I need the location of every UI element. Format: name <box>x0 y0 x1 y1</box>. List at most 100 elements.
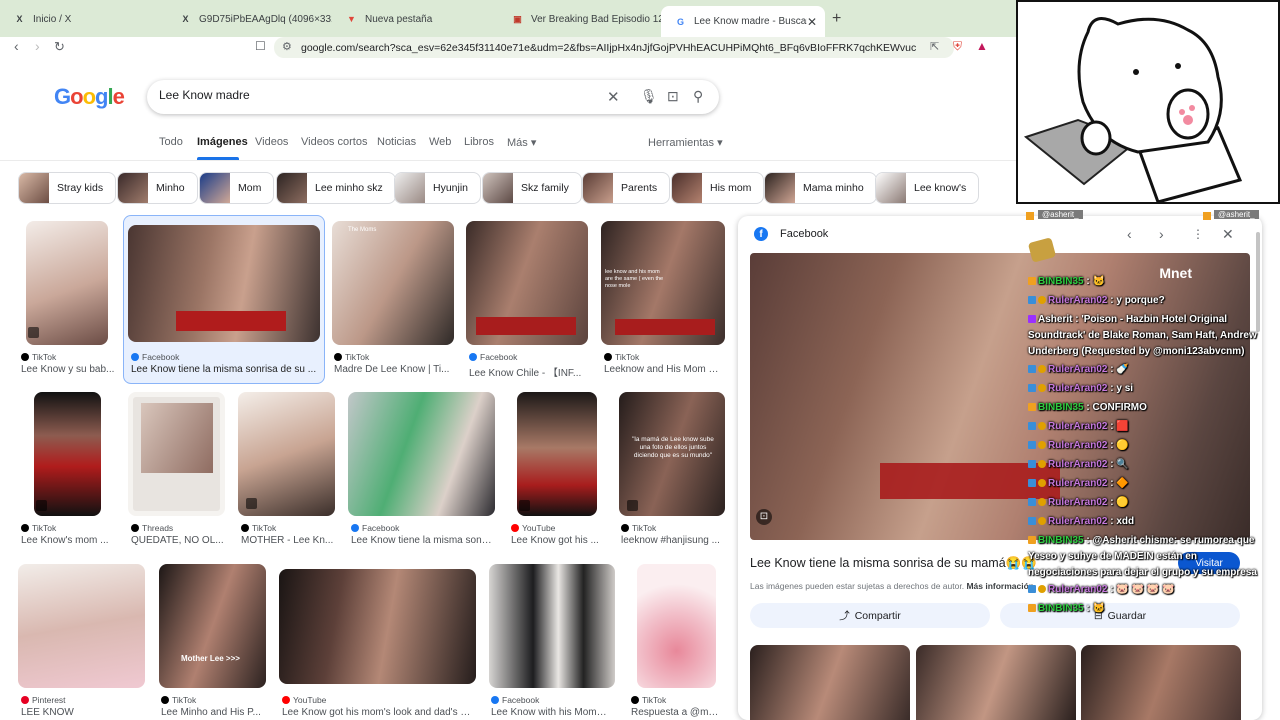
chat-message: RulerAran02 : y porque? <box>1028 293 1258 309</box>
chat-message: RulerAran02 : 🟡 <box>1028 438 1258 454</box>
search-icon[interactable]: ⚲ <box>693 88 703 105</box>
tab-short-videos[interactable]: Videos cortos <box>301 136 367 148</box>
result-image[interactable] <box>128 392 225 516</box>
chip-mama-minho[interactable]: Mama minho <box>764 172 877 204</box>
lens-icon[interactable]: ⊡ <box>667 88 679 105</box>
result-image[interactable] <box>128 225 320 342</box>
share-button[interactable]: ⤴ Compartir <box>750 603 990 628</box>
tiktok-icon <box>21 353 29 361</box>
close-tab-icon[interactable]: ✕ <box>807 15 817 29</box>
reload-icon[interactable]: ↻ <box>54 39 65 55</box>
divider <box>0 160 1016 161</box>
chat-message: RulerAran02 : xdd <box>1028 514 1258 530</box>
browser-tab-active[interactable]: GLee Know madre - Buscar con G✕ <box>661 6 825 37</box>
browser-tab[interactable]: ▣Ver Breaking Bad Episodio 12 Tempo <box>498 7 661 31</box>
chip-lee-minho-skz[interactable]: Lee minho skz <box>276 172 396 204</box>
back-icon[interactable]: ‹ <box>14 38 19 54</box>
chip-his-mom[interactable]: His mom <box>671 172 765 204</box>
youtube-icon <box>511 524 519 532</box>
clear-icon[interactable]: ✕ <box>607 88 620 106</box>
browser-tab[interactable]: ▼ Nueva pestaña <box>332 7 498 31</box>
tab-images[interactable]: Imágenes <box>197 136 248 148</box>
chat-message: RulerAran02 : 🔶 <box>1028 476 1258 492</box>
address-bar[interactable]: ⚙ google.com/search?sca_esv=62e345f31140e… <box>274 37 954 58</box>
chip-minho[interactable]: Minho <box>117 172 198 204</box>
result-image[interactable]: "la mamá de Lee know sube una foto de el… <box>619 392 725 516</box>
tools-button[interactable]: Herramientas ▾ <box>648 136 723 149</box>
copyright-note: Las imágenes pueden estar sujetas a dere… <box>750 581 1034 591</box>
browser-tab[interactable]: X Inicio / X <box>0 7 166 31</box>
site-info-icon[interactable]: ⚙ <box>282 40 292 53</box>
threads-icon <box>131 524 139 532</box>
brave-shield-icon[interactable]: ⛨ <box>953 39 962 54</box>
close-icon[interactable]: ✕ <box>1222 226 1234 243</box>
chip-thumbnail <box>583 173 613 203</box>
result-image[interactable]: Mother Lee >>> <box>159 564 266 688</box>
tab-news[interactable]: Noticias <box>377 136 416 148</box>
search-input[interactable] <box>159 88 579 102</box>
chip-lee-knows[interactable]: Lee know's <box>875 172 980 204</box>
chat-message: RulerAran02 : 🐷 🐷 🐷 🐷 <box>1028 582 1258 598</box>
result-image[interactable]: The Moms <box>332 221 454 345</box>
forward-icon[interactable]: › <box>35 38 40 54</box>
video-icon <box>36 500 47 511</box>
tiktok-icon <box>604 353 612 361</box>
next-icon[interactable]: › <box>1159 226 1164 242</box>
result-image[interactable] <box>34 392 101 516</box>
x-icon: X <box>16 14 23 24</box>
chip-parents[interactable]: Parents <box>582 172 671 204</box>
caption-banner <box>176 311 286 331</box>
share-page-icon[interactable]: ⇱ <box>930 40 939 53</box>
related-image[interactable] <box>1081 645 1241 720</box>
chip-stray-kids[interactable]: Stray kids <box>18 172 117 204</box>
panel-source[interactable]: Facebook <box>780 228 828 240</box>
result-image[interactable] <box>26 221 108 345</box>
chip-hyunjin[interactable]: Hyunjin <box>394 172 482 204</box>
tiktok-icon <box>161 696 169 704</box>
tab-books[interactable]: Libros <box>464 136 494 148</box>
result-image[interactable]: lee know and his mom are the same ( even… <box>601 221 725 345</box>
result-image[interactable] <box>637 564 716 688</box>
twitch-icon <box>1203 212 1211 220</box>
result-image[interactable] <box>18 564 145 688</box>
result-image[interactable] <box>238 392 335 516</box>
chip-mom[interactable]: Mom <box>199 172 275 204</box>
panel-title[interactable]: Lee Know tiene la misma sonrisa de su ma… <box>750 556 1037 571</box>
related-image[interactable] <box>916 645 1076 720</box>
caption-banner <box>476 317 576 335</box>
rewards-icon[interactable]: ▲ <box>976 39 988 53</box>
brave-icon: ▼ <box>347 14 356 24</box>
more-options-icon[interactable]: ⋮ <box>1192 227 1204 241</box>
chip-thumbnail <box>876 173 906 203</box>
chat-message: RulerAran02 : 🟡 <box>1028 495 1258 511</box>
search-box[interactable]: ✕ 🎙 ⊡ ⚲ <box>147 80 719 114</box>
result-image[interactable] <box>489 564 615 688</box>
stream-mention: @asherit_ <box>1214 210 1259 219</box>
microphone-icon[interactable]: 🎙 <box>640 88 658 105</box>
twitch-icon <box>1026 212 1034 220</box>
chat-message: RulerAran02 : 🍼 <box>1028 362 1258 378</box>
result-image[interactable] <box>279 569 476 684</box>
tab-videos[interactable]: Videos <box>255 136 288 148</box>
pinterest-icon <box>21 696 29 704</box>
tab-more[interactable]: Más ▾ <box>507 136 536 149</box>
new-tab-icon[interactable]: + <box>832 10 841 28</box>
tiktok-icon <box>334 353 342 361</box>
tab-todo[interactable]: Todo <box>159 136 183 148</box>
chip-skz-family[interactable]: Skz family <box>482 172 582 204</box>
bookmark-icon[interactable]: ☐ <box>255 39 266 53</box>
result-image[interactable] <box>466 221 588 345</box>
google-logo[interactable]: Google <box>54 84 125 110</box>
chip-thumbnail <box>765 173 795 203</box>
video-icon <box>519 500 530 511</box>
stream-chat: BINBIN35 : 🐱 RulerAran02 : y porque? Ash… <box>1024 268 1258 620</box>
result-image[interactable] <box>348 392 495 516</box>
tab-web[interactable]: Web <box>429 136 451 148</box>
related-image[interactable] <box>750 645 910 720</box>
chat-message: RulerAran02 : y si <box>1028 381 1258 397</box>
lens-search-icon[interactable]: ⊡ <box>756 509 772 525</box>
previous-icon[interactable]: ‹ <box>1127 226 1132 242</box>
browser-tab[interactable]: X G9D75iPbEAAgDlq (4096×3310) <box>166 7 332 31</box>
result-image[interactable] <box>517 392 597 516</box>
facebook-icon <box>469 353 477 361</box>
